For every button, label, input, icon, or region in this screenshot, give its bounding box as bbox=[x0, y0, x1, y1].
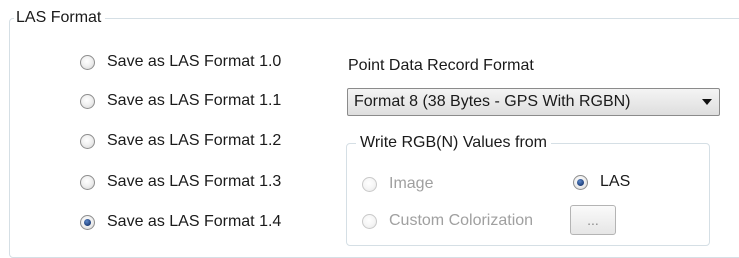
custom-colorization-browse-button[interactable]: ... bbox=[570, 205, 616, 235]
radio-label: Save as LAS Format 1.4 bbox=[107, 213, 282, 230]
radio-las-1-4[interactable]: Save as LAS Format 1.4 bbox=[80, 210, 281, 234]
radio-label: Image bbox=[389, 175, 434, 192]
radio-label: Save as LAS Format 1.2 bbox=[107, 132, 282, 149]
radio-button-icon[interactable] bbox=[80, 54, 95, 70]
radio-rgb-las[interactable]: LAS bbox=[573, 170, 630, 194]
radio-las-1-1[interactable]: Save as LAS Format 1.1 bbox=[80, 89, 281, 113]
radio-button-icon[interactable] bbox=[80, 93, 95, 109]
radio-las-1-0[interactable]: Save as LAS Format 1.0 bbox=[80, 50, 281, 74]
point-data-record-format-label: Point Data Record Format bbox=[348, 57, 534, 74]
radio-label: Save as LAS Format 1.1 bbox=[107, 92, 282, 109]
radio-label: Save as LAS Format 1.3 bbox=[107, 173, 282, 190]
point-data-record-format-dropdown[interactable]: Format 8 (38 Bytes - GPS With RGBN) bbox=[347, 88, 720, 116]
radio-label: LAS bbox=[600, 173, 631, 190]
dropdown-selected-value: Format 8 (38 Bytes - GPS With RGBN) bbox=[354, 93, 631, 110]
radio-las-1-3[interactable]: Save as LAS Format 1.3 bbox=[80, 170, 281, 194]
radio-button-checked-icon[interactable] bbox=[573, 174, 588, 190]
radio-button-icon[interactable] bbox=[362, 213, 377, 229]
radio-rgb-image[interactable]: Image bbox=[362, 172, 433, 196]
radio-button-icon[interactable] bbox=[362, 176, 377, 192]
las-format-group-title: LAS Format bbox=[14, 8, 106, 28]
radio-button-checked-icon[interactable] bbox=[80, 214, 95, 230]
radio-label: Save as LAS Format 1.0 bbox=[107, 53, 282, 70]
chevron-down-icon[interactable] bbox=[695, 98, 719, 106]
radio-button-icon[interactable] bbox=[80, 174, 95, 190]
radio-button-icon[interactable] bbox=[80, 133, 95, 149]
radio-las-1-2[interactable]: Save as LAS Format 1.2 bbox=[80, 129, 281, 153]
radio-label: Custom Colorization bbox=[389, 212, 534, 229]
rgb-source-group-title: Write RGB(N) Values from bbox=[356, 133, 551, 153]
radio-rgb-custom-colorization[interactable]: Custom Colorization bbox=[362, 209, 533, 233]
